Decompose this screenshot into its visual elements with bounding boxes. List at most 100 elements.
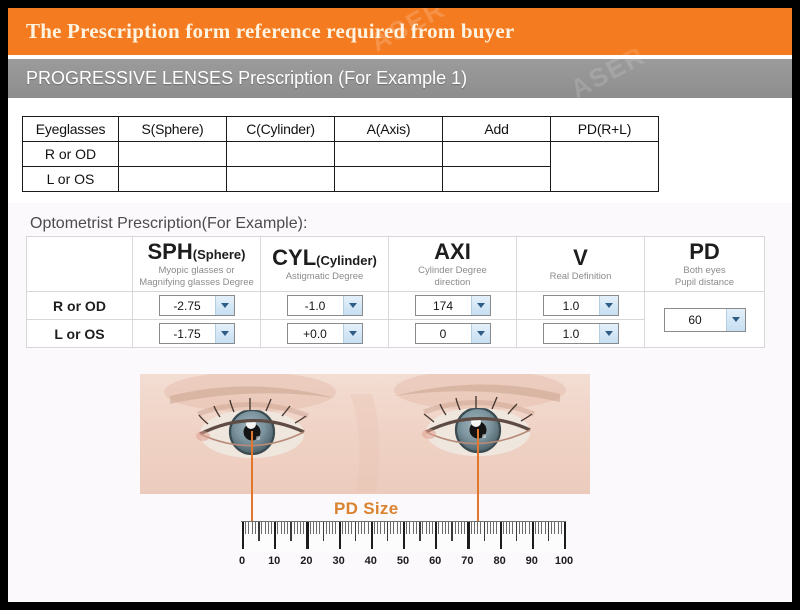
ruler-tick-minor [551, 522, 553, 534]
cell-cyl-right: -1.0 [260, 291, 389, 320]
sph-left-select[interactable]: -1.75 [158, 323, 235, 344]
ruler-tick-minor [354, 522, 357, 541]
chevron-down-icon[interactable] [342, 296, 362, 315]
cell-r-sphere[interactable] [118, 141, 227, 167]
pd-select[interactable]: 60 [663, 307, 746, 332]
cyl-desc: Astigmatic Degree [285, 270, 364, 282]
sph-right-value: -2.75 [173, 298, 201, 313]
ruler-tick-minor [557, 522, 559, 534]
ruler-tick-minor [448, 522, 450, 534]
cell-l-cylinder[interactable] [226, 166, 335, 192]
ruler-tick-major [467, 522, 470, 549]
ruler-tick-minor [254, 522, 256, 534]
cyl-left-value: +0.0 [303, 326, 327, 341]
cell-l-sphere[interactable] [118, 166, 227, 192]
cell-r-axis[interactable] [334, 141, 443, 167]
cell-l-axis[interactable] [334, 166, 443, 192]
ruler-tick-minor [544, 522, 546, 534]
v-right-select[interactable]: 1.0 [542, 295, 619, 316]
ruler-tick-minor [441, 522, 443, 534]
cell-pd-merged[interactable] [550, 141, 659, 192]
example-row-label-right: R or OD [26, 291, 133, 320]
ruler-tick-minor [438, 522, 440, 534]
sph-left-value: -1.75 [173, 326, 201, 341]
col-header-pd-example: PD Both eyes Pupil distance [644, 236, 765, 292]
ruler-tick-minor [425, 522, 427, 534]
ruler-tick-major [435, 522, 438, 549]
ruler-tick-minor [419, 522, 421, 541]
cell-sph-left: -1.75 [132, 319, 261, 348]
ruler-tick-minor [364, 522, 366, 534]
cell-r-cylinder[interactable] [226, 141, 335, 167]
col-header-cylinder: C(Cylinder) [226, 116, 335, 142]
row-label-right: R or OD [22, 141, 119, 167]
chevron-down-icon[interactable] [214, 324, 234, 343]
ruler-label: 70 [461, 555, 474, 567]
col-header-eyeglasses: Eyeglasses [22, 116, 119, 142]
chevron-down-icon[interactable] [342, 324, 362, 343]
v-left-select[interactable]: 1.0 [542, 323, 619, 344]
ruler-tick-minor [245, 522, 247, 534]
cyl-paren: (Cylinder) [316, 252, 377, 268]
cyl-left-select[interactable]: +0.0 [286, 323, 363, 344]
ruler-tick-minor [348, 522, 350, 534]
ruler-label: 80 [493, 555, 506, 567]
axi-left-value: 0 [439, 326, 447, 341]
ruler-tick-major [306, 522, 309, 549]
ruler-tick-minor [473, 522, 475, 534]
ruler-tick-major [499, 522, 502, 549]
ruler-label: 10 [268, 555, 281, 567]
ruler-tick-minor [357, 522, 359, 534]
row-label-left: L or OS [22, 166, 119, 192]
ruler-tick-major [242, 522, 245, 549]
cell-r-add[interactable] [442, 141, 551, 167]
axi-abbr: AXI [434, 238, 471, 264]
cyl-right-value: -1.0 [304, 298, 326, 313]
ruler-tick-minor [270, 522, 272, 534]
col-header-blank [26, 236, 133, 292]
ruler-tick-major [403, 522, 406, 549]
ruler-tick-minor [512, 522, 514, 534]
chevron-down-icon[interactable] [470, 296, 490, 315]
chevron-down-icon[interactable] [470, 324, 490, 343]
ruler-tick-minor [541, 522, 543, 534]
pd-desc: Both eyes Pupil distance [674, 264, 735, 288]
ruler-tick-minor [290, 522, 292, 541]
v-left-value: 1.0 [562, 326, 580, 341]
chevron-down-icon[interactable] [598, 324, 618, 343]
cyl-right-select[interactable]: -1.0 [286, 295, 363, 316]
ruler-tick-minor [332, 522, 334, 534]
axi-right-select[interactable]: 174 [414, 295, 491, 316]
table-header-row: Eyeglasses S(Sphere) C(Cylinder) A(Axis)… [22, 116, 659, 142]
ruler-label: 60 [429, 555, 442, 567]
ruler-tick-minor [293, 522, 295, 534]
ruler-tick-minor [457, 522, 459, 534]
ruler-tick-minor [406, 522, 408, 534]
ruler-tick-minor [390, 522, 392, 534]
ruler-tick-minor [296, 522, 298, 534]
example-prescription-table: SPH(Sphere) Myopic glasses or Magnifying … [26, 236, 765, 348]
blank-form-panel: Eyeglasses S(Sphere) C(Cylinder) A(Axis)… [8, 98, 792, 203]
ruler-tick-minor [560, 522, 562, 534]
chevron-down-icon[interactable] [598, 296, 618, 315]
cell-cyl-left: +0.0 [260, 319, 389, 348]
chevron-down-icon[interactable] [725, 308, 745, 331]
ruler-tick-minor [335, 522, 337, 534]
col-header-axi: AXI Cylinder Degree direction [388, 236, 517, 292]
ruler-tick-minor [351, 522, 353, 534]
pupil-guide-line-left [251, 431, 253, 529]
ruler-tick-minor [518, 522, 520, 534]
ruler-tick-minor [496, 522, 498, 534]
ruler-tick-minor [528, 522, 530, 534]
ruler-tick-minor [393, 522, 395, 534]
cell-l-add[interactable] [442, 166, 551, 192]
ruler-tick-minor [506, 522, 508, 534]
ruler-tick-minor [412, 522, 414, 534]
chevron-down-icon[interactable] [214, 296, 234, 315]
sph-right-select[interactable]: -2.75 [158, 295, 235, 316]
ruler-tick-minor [277, 522, 279, 534]
ruler-scale: 0 10 20 30 40 50 60 70 80 90 100 [239, 521, 573, 567]
example-panel: Optometrist Prescription(For Example): S… [8, 203, 792, 602]
axi-left-select[interactable]: 0 [414, 323, 491, 344]
blank-prescription-table: Eyeglasses S(Sphere) C(Cylinder) A(Axis)… [22, 116, 659, 192]
